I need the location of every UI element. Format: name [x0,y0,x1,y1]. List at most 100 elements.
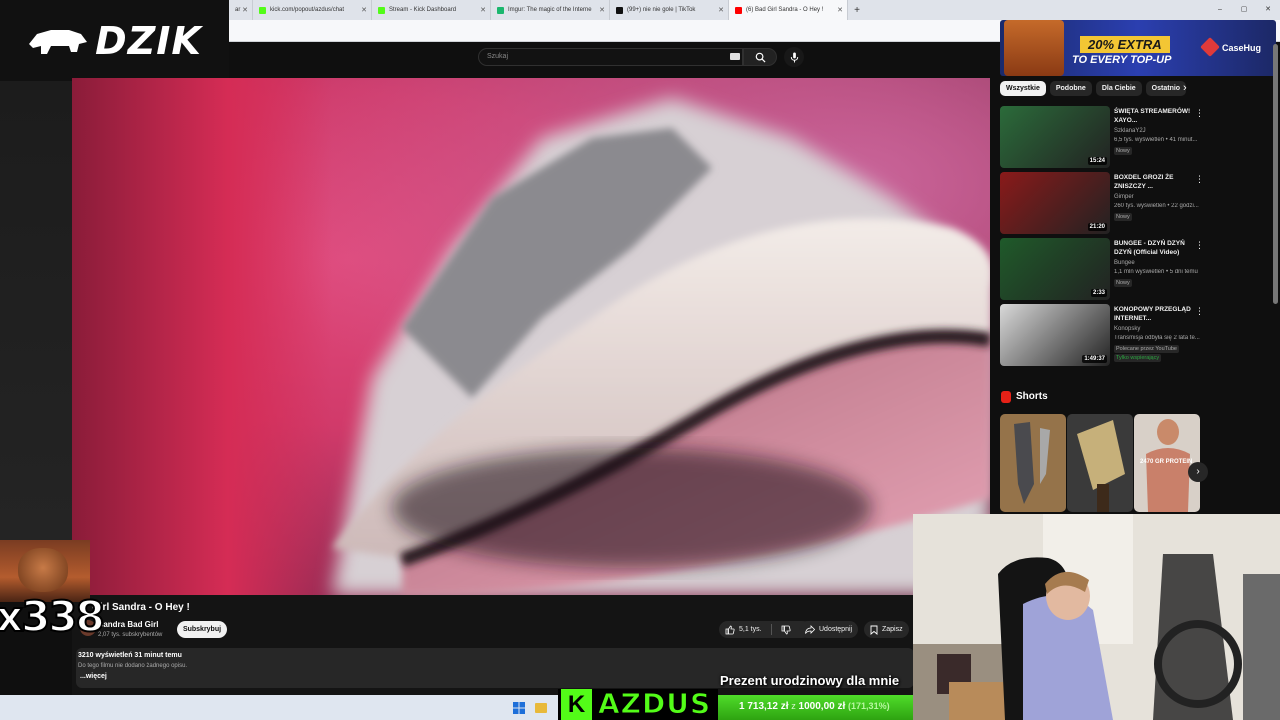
voice-search-button[interactable] [784,47,804,67]
recommended-video[interactable]: 2:33 BUNGEE - DZYŃ DZYŃ DZYŃ (Official Vi… [1000,238,1205,300]
tab-label: (6) Bad Girl Sandra - O Hey ! [746,7,824,13]
save-label: Zapisz [882,626,903,633]
windows-start-icon[interactable] [513,702,525,714]
subscribe-button[interactable]: Subskrybuj [177,621,227,638]
donation-goal-text: 1 713,12 zł z 1000,00 zł (171,31%) [739,701,890,712]
search-button[interactable] [743,48,777,66]
new-tab-button[interactable]: + [848,5,866,16]
maximize-button[interactable]: ▢ [1232,0,1256,20]
video-duration: 1:49:37 [1082,355,1107,363]
thumbs-up-icon[interactable] [725,625,735,635]
chevron-right-icon[interactable]: › [1183,82,1187,94]
video-thumbnail[interactable]: 15:24 [1000,106,1110,168]
tab-favicon-icon [378,6,385,14]
goal-target: 1000,00 zł [798,701,846,712]
tab-favicon-icon [735,6,742,14]
views-and-date: 3210 wyświetleń 31 minut temu [78,652,182,659]
ad-headline: 20% EXTRA [1080,36,1170,53]
video-meta: 1,1 mln wyświetleń • 5 dni temu [1114,269,1198,275]
thumbs-down-icon[interactable] [781,625,791,635]
bookmark-icon [870,625,878,635]
browser-tab[interactable]: kick.com/popout/azdus/chat ✕ [253,0,372,20]
subscriber-count: 2,07 tys. subskrybentów [98,632,163,638]
tab-close-icon[interactable]: ✕ [599,6,605,14]
goal-percent: (171,31%) [848,701,890,711]
channel-name[interactable]: Sandra Bad Girl [98,620,158,629]
video-duration: 21:20 [1087,223,1107,231]
share-label: Udostępnij [819,626,853,633]
browser-tab[interactable]: (6) Bad Girl Sandra - O Hey ! ✕ [729,0,848,20]
dzik-logo: DZIK [0,0,229,81]
browser-tab[interactable]: (99+) nie nie gole | TikTok ✕ [610,0,729,20]
tab-close-icon[interactable]: ✕ [242,6,248,14]
browser-tab[interactable]: Stream - Kick Dashboard ✕ [372,0,491,20]
tab-label: kick.com/popout/azdus/chat [270,7,345,13]
dzik-logo-text: DZIK [95,18,202,63]
page-scrollbar[interactable] [1273,44,1278,304]
recommended-video[interactable]: 1:49:37 KONOPOWY PRZEGLĄD INTERNET... Kono… [1000,304,1205,366]
video-thumbnail[interactable]: 1:49:37 [1000,304,1110,366]
tab-close-icon[interactable]: ✕ [361,6,367,14]
tab-close-icon[interactable]: ✕ [837,6,843,14]
like-count[interactable]: 5,1 tys. [739,626,762,633]
boar-icon [29,29,88,54]
recommended-video[interactable]: 15:24 ŚWIĘTA STREAMERÓW! XAYO... SzklanaY2… [1000,106,1205,168]
more-options-icon[interactable]: ⋮ [1195,306,1204,317]
shorts-title: Shorts [1016,391,1048,402]
save-button[interactable]: Zapisz [864,621,909,638]
members-badge: Tylko wspierający [1114,354,1162,362]
close-window-button[interactable]: ✕ [1256,0,1280,20]
short-thumbnail[interactable] [1000,414,1066,512]
video-title[interactable]: BOXDEL GROZI ŻE ZNISZCZY ... [1114,174,1194,191]
streamer-name: AZDUS [597,687,712,720]
tab-close-icon[interactable]: ✕ [480,6,486,14]
chip-ostatnio[interactable]: Ostatnio [1145,81,1187,96]
channel-name[interactable]: Konopsky [1114,326,1140,332]
emote-face [18,548,68,592]
short-overlay-text: 2470 GR PROTEIN [1140,459,1193,465]
show-more-link[interactable]: ...więcej [80,673,107,680]
chip-dla-ciebie[interactable]: Dla Ciebie [1095,81,1142,96]
file-explorer-icon[interactable] [535,703,547,713]
emote-combo-counter: x338 [0,591,106,642]
streamer-webcam-image [913,514,1280,720]
kick-logo-icon: K [561,689,592,720]
search-input[interactable]: Szukaj [478,48,743,66]
tab-label: Imgur: The magic of the Interne [508,7,592,13]
microphone-icon [790,51,798,63]
video-title[interactable]: KONOPOWY PRZEGLĄD INTERNET... [1114,306,1194,323]
chip-wszystkie[interactable]: Wszystkie [1000,81,1046,96]
more-options-icon[interactable]: ⋮ [1195,174,1204,185]
sneaker-image [332,98,990,595]
minimize-button[interactable]: – [1208,0,1232,20]
channel-name[interactable]: SzklanaY2J [1114,128,1146,134]
shorts-next-button[interactable]: › [1188,462,1208,482]
goal-current: 1 713,12 zł [739,701,789,712]
video-title[interactable]: BUNGEE - DZYŃ DZYŃ DZYŃ (Official Video) [1114,240,1194,257]
recommended-video[interactable]: 21:20 BOXDEL GROZI ŻE ZNISZCZY ... Gimper 2… [1000,172,1205,234]
browser-tab[interactable]: ar ✕ [229,0,253,20]
video-title[interactable]: ŚWIĘTA STREAMERÓW! XAYO... [1114,108,1194,125]
video-thumbnail[interactable]: 21:20 [1000,172,1110,234]
video-thumbnail[interactable]: 2:33 [1000,238,1110,300]
video-badge: Polecane przez YouTube [1114,345,1179,353]
divider [770,624,772,635]
share-icon [805,625,815,634]
more-options-icon[interactable]: ⋮ [1195,240,1204,251]
keyboard-icon[interactable] [730,53,740,60]
video-badge: Nowy [1114,147,1132,155]
like-dislike-group: 5,1 tys. [719,621,811,638]
channel-name[interactable]: Bungee [1114,260,1135,266]
chip-podobne[interactable]: Podobne [1049,81,1092,96]
video-duration: 15:24 [1087,157,1107,165]
webcam-overlay [913,514,1280,720]
video-player[interactable] [72,78,990,595]
channel-name[interactable]: Gimper [1114,194,1134,200]
no-description-text: Do tego filmu nie dodano żadnego opisu. [78,663,188,669]
browser-tab[interactable]: Imgur: The magic of the Interne ✕ [491,0,610,20]
more-options-icon[interactable]: ⋮ [1195,108,1204,119]
tab-favicon-icon [616,6,623,14]
short-thumbnail[interactable] [1067,414,1133,512]
tab-close-icon[interactable]: ✕ [718,6,724,14]
share-button[interactable]: Udostępnij [799,621,859,638]
